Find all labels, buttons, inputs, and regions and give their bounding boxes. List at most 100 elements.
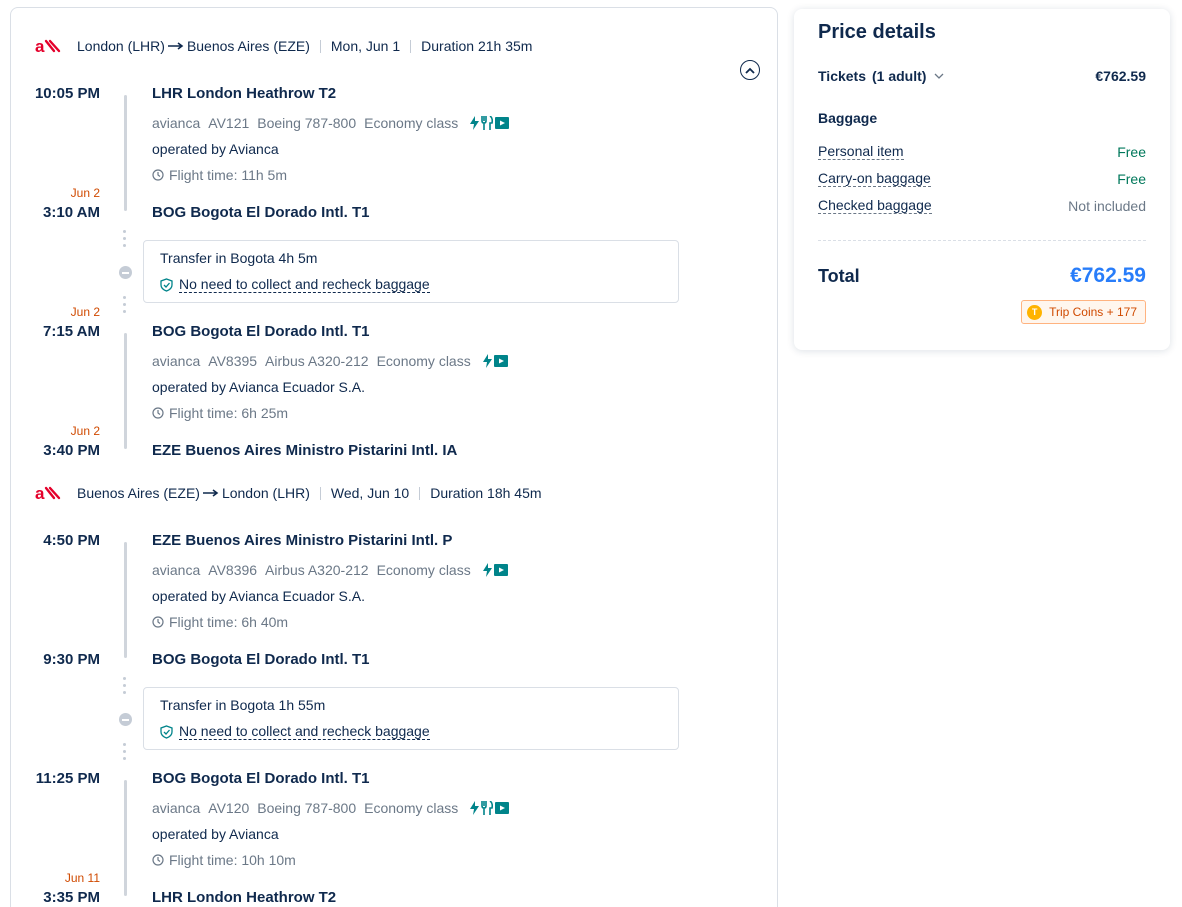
departure-airport: BOG Bogota El Dorado Intl. T1	[152, 770, 370, 787]
divider	[319, 39, 321, 53]
tickets-label: Tickets	[818, 68, 866, 84]
departure-airport: BOG Bogota El Dorado Intl. T1	[152, 323, 370, 340]
power-icon	[470, 116, 480, 130]
operated-by: operated by Avianca	[152, 141, 279, 157]
timeline-line	[124, 542, 127, 658]
transfer-note[interactable]: No need to collect and recheck baggage	[160, 724, 430, 740]
svg-text:a: a	[35, 484, 45, 502]
timeline-dots	[123, 230, 127, 251]
aircraft: Airbus A320-212	[265, 562, 369, 578]
collapse-button[interactable]	[740, 60, 760, 80]
entertainment-icon	[493, 564, 508, 576]
entertainment-icon	[495, 802, 510, 814]
leg-header-return: a Buenos Aires (EZE) London (LHR) Wed, J…	[35, 482, 542, 504]
arrival-airport: BOG Bogota El Dorado Intl. T1	[152, 204, 370, 221]
tickets-row: Tickets (1 adult) €762.59	[818, 67, 1146, 85]
flight-time: Flight time: 6h 25m	[152, 405, 288, 421]
baggage-heading: Baggage	[818, 110, 878, 126]
tickets-price: €762.59	[1095, 68, 1146, 84]
svg-text:a: a	[35, 37, 45, 55]
tickets-toggle[interactable]: Tickets (1 adult)	[818, 68, 944, 84]
tickets-count: (1 adult)	[872, 68, 927, 84]
flight-info: avianca AV8395 Airbus A320-212 Economy c…	[152, 353, 508, 369]
transfer-note[interactable]: No need to collect and recheck baggage	[160, 277, 430, 293]
timeline-line	[124, 95, 127, 211]
flight-time-text: Flight time: 6h 25m	[169, 405, 289, 421]
amenities[interactable]	[470, 116, 510, 130]
divider	[319, 486, 321, 500]
timeline-line	[124, 780, 127, 896]
baggage-row-carry-on: Carry-on baggage Free	[818, 170, 1146, 188]
avianca-logo: a	[35, 37, 63, 55]
baggage-label[interactable]: Carry-on baggage	[818, 171, 931, 187]
entertainment-icon	[493, 355, 508, 367]
operated-by: operated by Avianca	[152, 826, 279, 842]
trip-coins-badge[interactable]: T Trip Coins + 177	[1021, 300, 1146, 324]
arrival-time: 9:30 PM	[43, 651, 100, 668]
baggage-row-personal: Personal item Free	[818, 143, 1146, 161]
arrival-date-note: Jun 11	[64, 871, 100, 885]
airline-name: avianca	[152, 800, 201, 816]
route-from: London (LHR)	[77, 38, 165, 54]
shield-check-icon	[160, 725, 173, 739]
leg-header-outbound: a London (LHR) Buenos Aires (EZE) Mon, J…	[35, 35, 532, 57]
departure-time: 11:25 PM	[35, 770, 100, 787]
route-to: Buenos Aires (EZE)	[186, 38, 310, 54]
airline-name: avianca	[152, 115, 201, 131]
timeline-dots	[123, 677, 127, 698]
arrival-time: 3:35 PM	[43, 889, 100, 906]
flight-number: AV8395	[208, 353, 258, 369]
divider	[410, 39, 412, 53]
clock-icon	[152, 407, 164, 419]
operated-by: operated by Avianca Ecuador S.A.	[152, 379, 365, 395]
divider	[818, 240, 1146, 241]
cabin-class: Economy class	[376, 353, 471, 369]
shield-check-icon	[160, 278, 173, 292]
clock-icon	[152, 616, 164, 628]
flight-info: avianca AV8396 Airbus A320-212 Economy c…	[152, 562, 508, 578]
route-from: Buenos Aires (EZE)	[77, 485, 200, 501]
cabin-class: Economy class	[364, 115, 459, 131]
flight-info: avianca AV121 Boeing 787-800 Economy cla…	[152, 115, 510, 131]
aircraft: Airbus A320-212	[265, 353, 369, 369]
amenities[interactable]	[482, 563, 508, 577]
operated-by: operated by Avianca Ecuador S.A.	[152, 588, 365, 604]
itinerary-card: a London (LHR) Buenos Aires (EZE) Mon, J…	[10, 7, 778, 907]
transfer-note-text: No need to collect and recheck baggage	[179, 723, 430, 740]
arrival-date-note: Jun 2	[70, 424, 100, 438]
departure-time: 7:15 AM	[43, 323, 100, 340]
total-row: Total €762.59	[818, 264, 1146, 288]
flight-time-text: Flight time: 11h 5m	[169, 167, 288, 183]
timeline-dots	[123, 743, 127, 764]
price-details-card: Price details Tickets (1 adult) €762.59 …	[794, 9, 1170, 350]
airline-name: avianca	[152, 562, 201, 578]
total-price: €762.59	[1070, 264, 1146, 287]
arrival-airport: LHR London Heathrow T2	[152, 889, 337, 906]
departure-time: 4:50 PM	[43, 532, 100, 549]
transfer-box: Transfer in Bogota 4h 5m No need to coll…	[143, 240, 679, 303]
leg-date: Mon, Jun 1	[330, 38, 401, 54]
amenities[interactable]	[482, 354, 508, 368]
arrival-airport: BOG Bogota El Dorado Intl. T1	[152, 651, 370, 668]
aircraft: Boeing 787-800	[257, 115, 357, 131]
amenities[interactable]	[470, 801, 510, 815]
leg-date: Wed, Jun 10	[330, 485, 410, 501]
baggage-label[interactable]: Checked baggage	[818, 198, 932, 214]
departure-airport: LHR London Heathrow T2	[152, 85, 337, 102]
flight-number: AV120	[208, 800, 250, 816]
flight-number: AV8396	[208, 562, 258, 578]
cabin-class: Economy class	[364, 800, 459, 816]
baggage-label[interactable]: Personal item	[818, 144, 904, 160]
transfer-title: Transfer in Bogota 4h 5m	[160, 250, 318, 266]
cabin-class: Economy class	[376, 562, 471, 578]
flight-time-text: Flight time: 10h 10m	[169, 852, 296, 868]
avianca-logo: a	[35, 484, 63, 502]
timeline-dots	[123, 296, 127, 317]
arrival-airport: EZE Buenos Aires Ministro Pistarini Intl…	[152, 442, 458, 459]
flight-time-text: Flight time: 6h 40m	[169, 614, 289, 630]
trip-coins-text: Trip Coins + 177	[1049, 305, 1137, 319]
arrow-right-icon	[167, 37, 184, 53]
divider	[419, 486, 421, 500]
price-details-title: Price details	[818, 21, 936, 43]
transfer-note-text: No need to collect and recheck baggage	[179, 276, 430, 293]
